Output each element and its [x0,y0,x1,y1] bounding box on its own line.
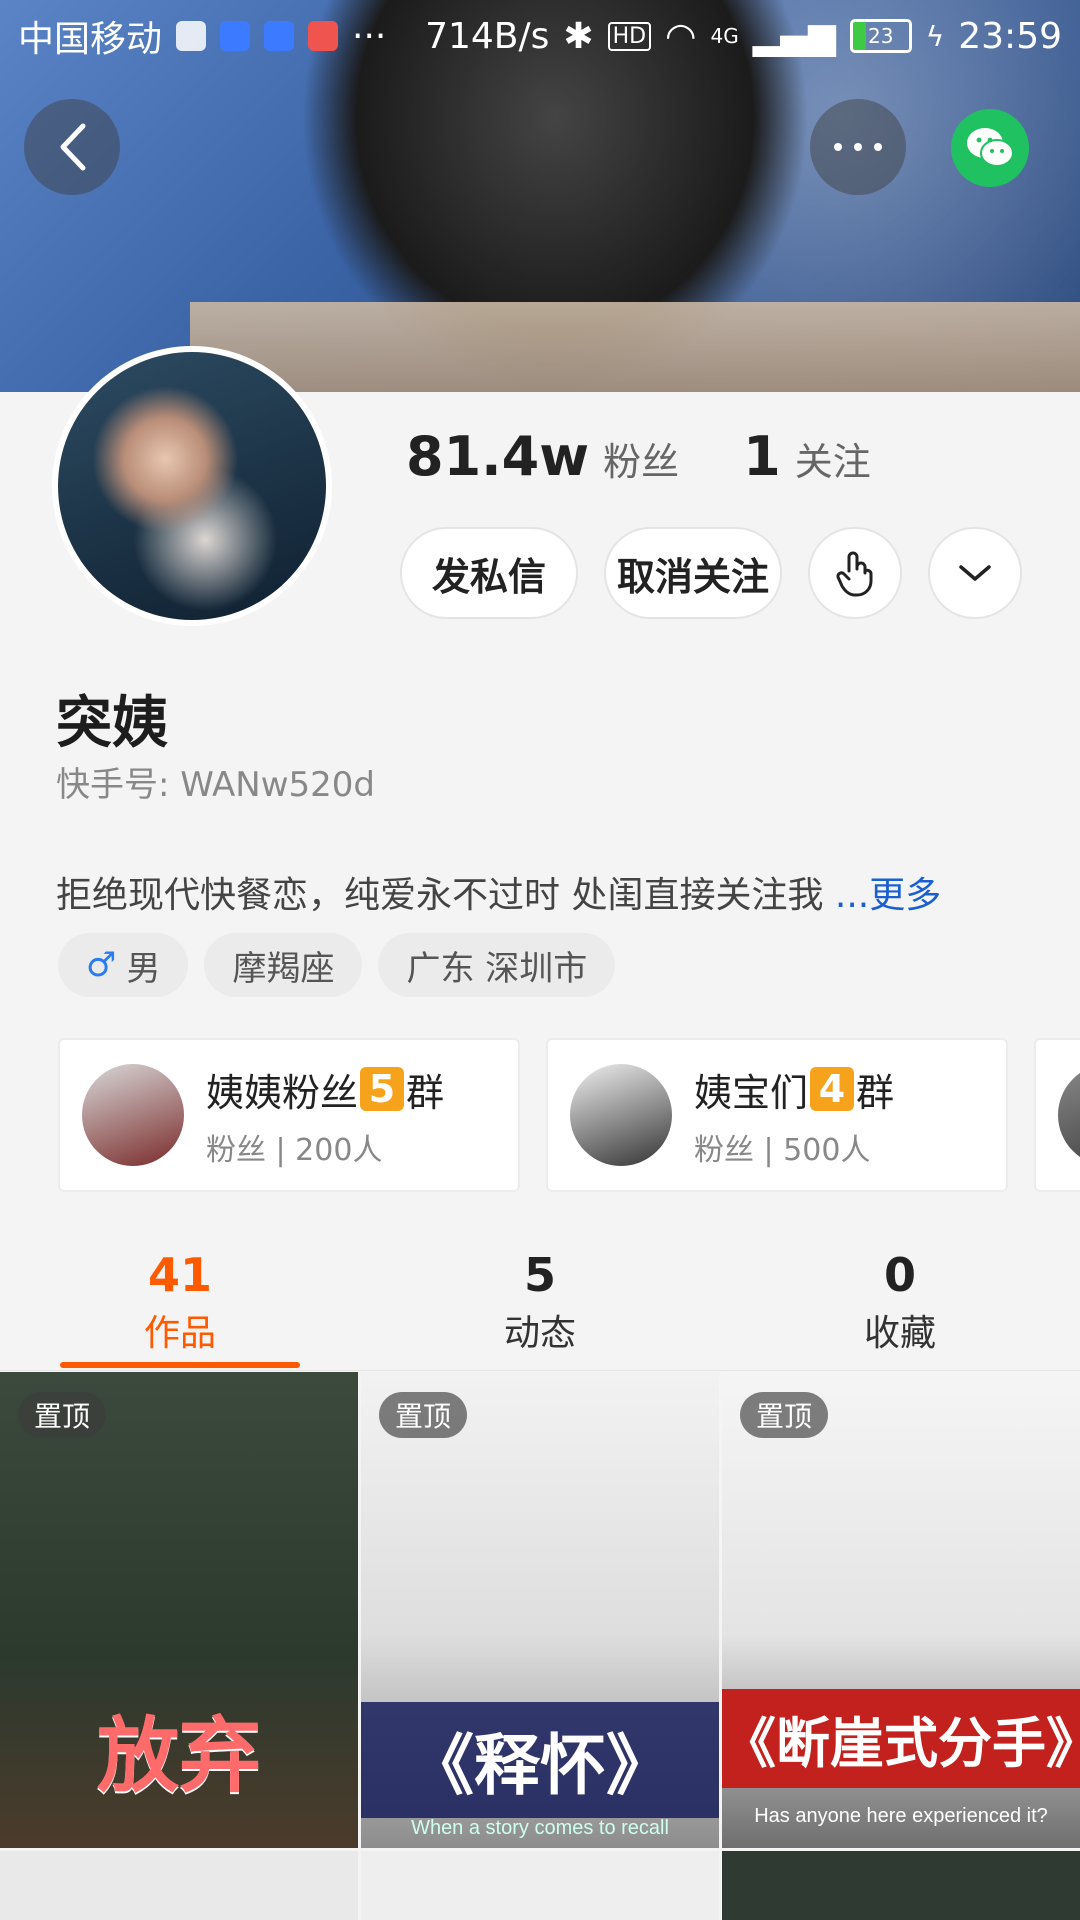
tab-count: 5 [523,1248,556,1302]
gender-label: 男 [126,948,161,989]
tab-count: 0 [883,1248,916,1302]
clock: 23:59 [958,15,1062,57]
wechat-icon [967,128,1014,167]
profile-stats: 81.4w 粉丝 1 关注 [406,425,871,488]
group-title: 姨姨粉丝 5 群 [206,1067,445,1115]
back-button[interactable] [24,99,120,195]
tab-label: 作品 [143,1313,216,1354]
bio-more-link[interactable]: ...更多 [835,875,941,916]
avatar[interactable] [52,346,332,626]
video-thumbnail[interactable] [361,1851,719,1920]
bio-text: 拒绝现代快餐恋，纯爱永不过时 处闺直接关注我 [56,875,824,916]
charging-icon: ϟ [925,19,945,53]
zodiac-tag: 摩羯座 [204,933,363,997]
app-notification-icon [220,21,251,51]
tab-count: 41 [147,1248,212,1302]
active-tab-indicator [60,1362,300,1368]
divider [0,1370,1080,1371]
followers-count[interactable]: 81.4w [406,425,589,488]
tab-label: 动态 [503,1313,576,1354]
following-label[interactable]: 关注 [795,431,871,486]
video-subcaption: When a story comes to recall [411,1817,669,1839]
video-thumbnail[interactable]: 置顶 《断崖式分手》 Has anyone here experienced i… [722,1372,1080,1848]
gallery-icon [176,21,207,51]
fan-group-card-partial[interactable] [1034,1038,1080,1192]
unfollow-button[interactable]: 取消关注 [604,527,782,619]
video-thumbnail[interactable]: 置顶 放弃 [0,1372,358,1848]
more-notifications-icon: ··· [352,15,387,57]
group-avatar [570,1064,672,1166]
carrier-name: 中国移动 [18,19,163,60]
hd-badge: HD [607,21,652,51]
send-message-button[interactable]: 发私信 [400,527,578,619]
video-thumbnail[interactable] [722,1851,1080,1920]
chevron-left-icon [60,123,86,171]
wechat-share-button[interactable] [951,109,1029,187]
more-button[interactable] [810,99,906,195]
video-thumbnail[interactable]: 置顶 《释怀》 When a story comes to recall [361,1372,719,1848]
group-subtitle: 粉丝 | 200人 [206,1132,383,1168]
tab-works[interactable]: 41 作品 [0,1248,360,1356]
location-tag: 广东 深圳市 [378,933,616,997]
profile-name: 突姨 [56,691,168,756]
tab-moments[interactable]: 5 动态 [360,1248,720,1356]
bluetooth-icon: ✱ [563,15,594,57]
tab-label: 收藏 [863,1313,936,1354]
kuaishou-id[interactable]: 快手号: WANw520d [56,757,375,806]
avatar-image [58,352,326,620]
pinned-badge: 置顶 [18,1392,107,1438]
video-grid: 置顶 放弃 置顶 《释怀》 When a story comes to reca… [0,1372,1080,1920]
profile-tags: ♂ 男 摩羯座 广东 深圳市 [58,933,616,997]
followers-label[interactable]: 粉丝 [603,431,679,486]
group-subtitle: 粉丝 | 500人 [694,1132,871,1168]
recommend-dropdown-button[interactable] [928,527,1022,619]
battery-icon: 23 [849,19,912,53]
chevron-down-icon [959,565,991,581]
group-avatar [1058,1064,1080,1166]
following-count[interactable]: 1 [743,425,781,488]
signal-icon: ▂▄▆ [752,15,836,57]
fan-groups-carousel[interactable]: 姨姨粉丝 5 群 粉丝 | 200人 姨宝们 4 群 粉丝 | 500人 [58,1038,1080,1192]
hand-tap-icon [836,551,873,597]
male-icon: ♂ [86,945,117,985]
group-title: 姨宝们 4 群 [694,1067,895,1115]
pinned-badge: 置顶 [740,1392,829,1438]
network-type: 4G [710,24,739,48]
video-thumbnail[interactable] [0,1851,358,1920]
video-subcaption: Has anyone here experienced it? [754,1805,1048,1827]
app-notification-icon [308,21,339,51]
wifi-icon: ◠ [665,15,697,57]
status-bar: 中国移动 ··· 714B/s ✱ HD ◠ 4G ▂▄▆ 23 ϟ 23:59 [0,0,1080,72]
cover-background [190,302,1080,392]
profile-bio: 拒绝现代快餐恋，纯爱永不过时 处闺直接关注我 ...更多 [56,866,941,918]
group-avatar [82,1064,184,1166]
fan-group-card[interactable]: 姨宝们 4 群 粉丝 | 500人 [546,1038,1008,1192]
group-number-badge: 4 [810,1067,855,1111]
tab-favorites[interactable]: 0 收藏 [720,1248,1080,1356]
video-caption: 《释怀》 [361,1702,719,1818]
gender-tag: ♂ 男 [58,933,189,997]
pinned-badge: 置顶 [379,1392,468,1438]
network-speed: 714B/s [425,15,550,57]
more-horizontal-icon [834,143,882,151]
poke-button[interactable] [808,527,902,619]
profile-tabs: 41 作品 5 动态 0 收藏 [0,1248,1080,1368]
fan-group-card[interactable]: 姨姨粉丝 5 群 粉丝 | 200人 [58,1038,520,1192]
video-caption: 放弃 [96,1708,261,1804]
app-notification-icon [264,21,295,51]
group-number-badge: 5 [360,1067,405,1111]
video-caption: 《断崖式分手》 [722,1689,1080,1788]
